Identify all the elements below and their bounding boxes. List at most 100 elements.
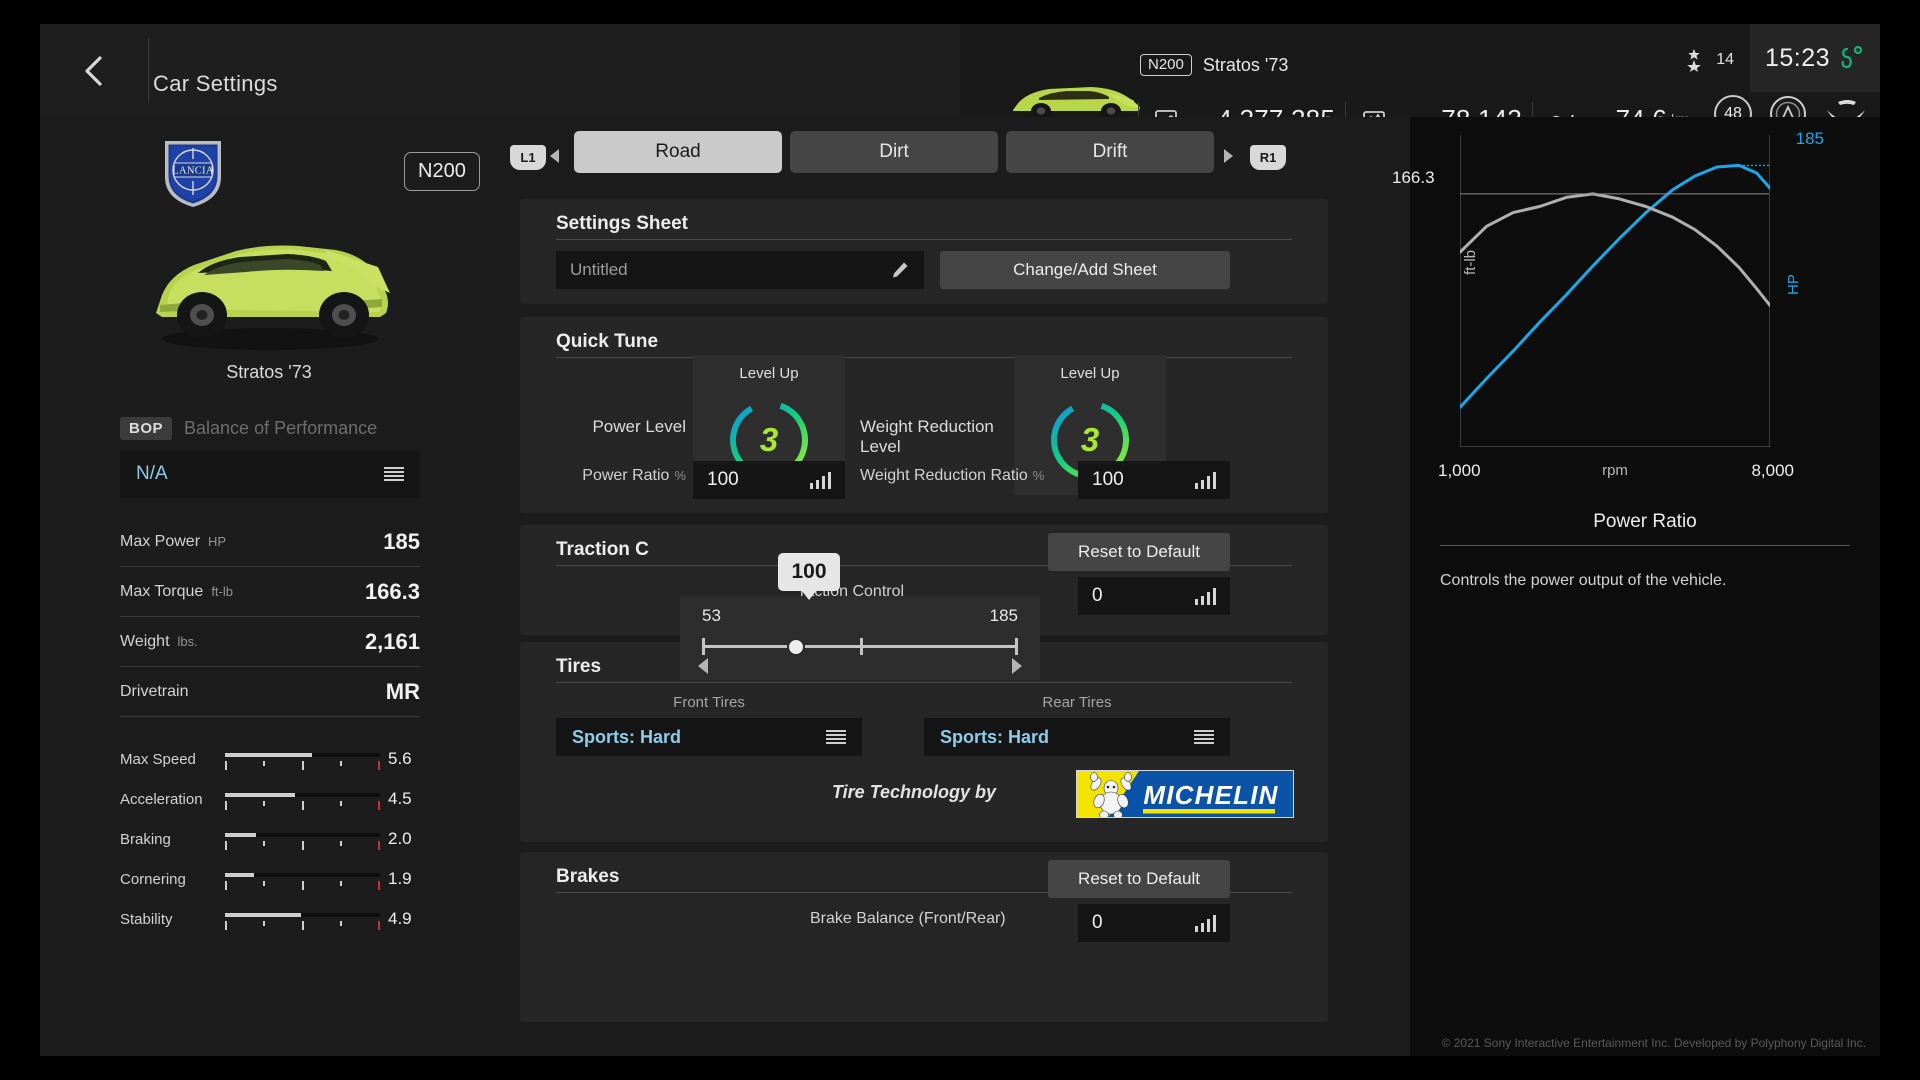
- performance-fill: [225, 793, 295, 797]
- car-info-sidebar: LANCIA N200 Stratos '73 BOP Balance of P…: [40, 117, 498, 1056]
- performance-name: Stability: [120, 911, 173, 928]
- bop-tag: BOP: [120, 417, 173, 440]
- settings-main: L1 Road Dirt Drift R1 Settings Sheet Unt…: [498, 117, 1410, 1056]
- bop-field[interactable]: N/A: [120, 450, 420, 498]
- performance-value: 4.5: [388, 789, 412, 808]
- sidebar-category-badge: N200: [404, 152, 480, 191]
- performance-ticks: [225, 801, 381, 810]
- percent-symbol: %: [674, 468, 686, 483]
- graph-y-axis-label: ft-lb: [1462, 249, 1479, 275]
- spec-value: MR: [385, 678, 420, 704]
- caret-left-icon[interactable]: [550, 149, 559, 163]
- l1-hint: L1: [510, 145, 546, 170]
- performance-track: [225, 873, 380, 877]
- caret-right-icon[interactable]: [1224, 149, 1233, 163]
- page-title: Car Settings: [153, 71, 278, 96]
- car-thumbnail: [1013, 87, 1140, 119]
- performance-value: 2.0: [388, 829, 412, 848]
- graph-hp-peak-label: 185: [1795, 129, 1824, 148]
- performance-row: Acceleration 4.5: [120, 787, 420, 820]
- weight-ratio-value: 100: [1092, 469, 1124, 490]
- divider: [556, 239, 1292, 240]
- slider-mid-tick: [860, 638, 863, 655]
- list-menu-icon: [826, 729, 846, 745]
- slider-decrement-arrow[interactable]: [698, 658, 708, 674]
- bop-header: BOP Balance of Performance: [120, 417, 377, 440]
- weight-level-label: Weight Reduction Level: [860, 417, 994, 456]
- brake-balance-value: 0: [1092, 912, 1103, 933]
- spec-row: Weight lbs. 2,161: [120, 617, 420, 667]
- quick-tune-title: Quick Tune: [556, 331, 659, 352]
- spec-value: 2,161: [364, 628, 420, 654]
- divider: [556, 357, 1292, 358]
- performance-value: 5.6: [388, 749, 412, 768]
- tab-road[interactable]: Road: [574, 131, 782, 173]
- lancia-stratos-car: [156, 245, 390, 350]
- brake-balance-label: Brake Balance (Front/Rear): [810, 910, 1006, 927]
- traction-control-field[interactable]: 0: [1078, 577, 1230, 615]
- spec-row: Max Torque ft-lb 166.3: [120, 567, 420, 617]
- weight-ratio-field[interactable]: 100: [1078, 461, 1230, 499]
- level-bars-icon: [1194, 587, 1216, 605]
- traction-reset-button[interactable]: Reset to Default: [1048, 533, 1230, 571]
- star-count: 14: [1716, 51, 1734, 68]
- marque-row: LANCIA N200: [40, 127, 498, 207]
- rear-tires-label: Rear Tires: [1042, 694, 1112, 711]
- weight-ratio-label: Weight Reduction Ratio%: [860, 467, 1044, 485]
- front-tires-label: Front Tires: [673, 694, 745, 711]
- performance-ticks: [225, 761, 381, 770]
- list-menu-icon: [384, 466, 404, 482]
- clock-widget: 15:23: [1750, 24, 1880, 92]
- level-bars-icon: [1194, 471, 1216, 489]
- brake-balance-field[interactable]: 0: [1078, 904, 1230, 942]
- clock-time: 15:23: [1764, 43, 1831, 72]
- graph-torque-peak-label: 166.3: [1392, 168, 1435, 187]
- michelin-logo: MICHELIN: [1076, 770, 1294, 818]
- tab-drift[interactable]: Drift: [1006, 131, 1214, 173]
- rear-tires-field[interactable]: Sports: Hard: [924, 718, 1230, 756]
- performance-row: Max Speed 5.6: [120, 747, 420, 780]
- slider-max-label: 185: [989, 606, 1018, 625]
- info-panel: ft-lb HP 166.3 185 1,000 rpm 8,000 Power…: [1392, 117, 1880, 1056]
- tab-dirt[interactable]: Dirt: [790, 131, 998, 173]
- copyright-text: © 2021 Sony Interactive Entertainment In…: [1441, 1036, 1866, 1050]
- screen-root: Car Settings N200 Stratos '73 14 15:23 4…: [0, 0, 1920, 1080]
- performance-fill: [225, 913, 301, 917]
- slider-popup[interactable]: 53 185: [680, 596, 1040, 680]
- surface-tab-bar: L1 Road Dirt Drift R1: [498, 131, 1410, 187]
- power-level-up-label: Level Up: [739, 365, 799, 382]
- traction-control-value: 0: [1092, 585, 1103, 606]
- back-button[interactable]: [40, 24, 148, 117]
- spec-name: Drivetrain: [120, 682, 189, 700]
- change-add-sheet-button[interactable]: Change/Add Sheet: [940, 251, 1230, 289]
- spec-value: 185: [383, 528, 420, 554]
- performance-fill: [225, 873, 255, 877]
- spec-unit: lbs.: [177, 634, 198, 649]
- slider-min-label: 53: [702, 606, 721, 625]
- front-tires-field[interactable]: Sports: Hard: [556, 718, 862, 756]
- settings-sheet-card: Settings Sheet Untitled Change/Add Sheet: [520, 199, 1328, 304]
- brakes-reset-button[interactable]: Reset to Default: [1048, 860, 1230, 898]
- graph-right-axis-label: HP: [1785, 274, 1803, 295]
- spec-name: Max Torque: [120, 582, 204, 600]
- car-identity: N200 Stratos '73: [1140, 54, 1289, 77]
- performance-ticks: [225, 921, 381, 930]
- sheet-name-field[interactable]: Untitled: [556, 251, 924, 289]
- trophy-stars: 14: [1684, 48, 1734, 72]
- slider-knob[interactable]: [787, 638, 806, 656]
- bop-value: N/A: [136, 463, 168, 484]
- power-ratio-field[interactable]: 100: [693, 461, 845, 499]
- performance-ticks: [225, 841, 381, 850]
- power-ratio-label: Power Ratio%: [556, 467, 686, 485]
- quick-tune-card: Quick Tune Level Up 3 Power Level Level …: [520, 317, 1328, 513]
- app-frame: Car Settings N200 Stratos '73 14 15:23 4…: [40, 24, 1880, 1056]
- slider-track[interactable]: [702, 638, 1018, 656]
- lancia-badge-icon: LANCIA: [165, 141, 221, 207]
- slider-value-bubble: 100: [778, 553, 840, 600]
- info-title: Power Ratio: [1593, 511, 1697, 532]
- slider-increment-arrow[interactable]: [1012, 658, 1022, 674]
- performance-track: [225, 753, 380, 757]
- car-name-label: Stratos '73: [1202, 54, 1289, 75]
- performance-value: 1.9: [388, 869, 412, 888]
- slider-max-cap: [1015, 638, 1018, 655]
